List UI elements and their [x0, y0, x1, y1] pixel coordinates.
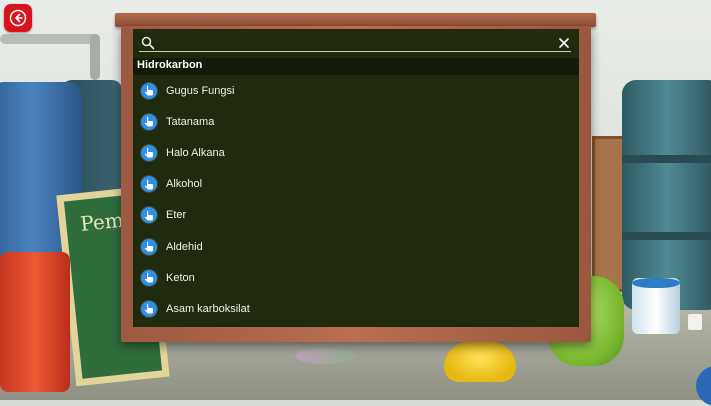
- pointer-hand-icon: [141, 300, 157, 317]
- pipe-decoration: [90, 34, 100, 80]
- pointer-hand-icon: [141, 238, 157, 255]
- search-icon: [141, 36, 155, 50]
- glassware-decoration: [295, 348, 355, 364]
- pointer-hand-icon: [141, 176, 157, 193]
- barrel-decoration: [622, 80, 711, 310]
- list-item-label: Eter: [166, 209, 187, 222]
- pointer-hand-icon: [141, 144, 157, 161]
- search-underline: [139, 51, 571, 52]
- jerrycan-decoration: [0, 252, 70, 392]
- list-item-alkohol[interactable]: Alkohol: [133, 169, 579, 200]
- close-icon[interactable]: [557, 36, 571, 50]
- list-item-asam-karboksilat[interactable]: Asam karboksilat: [133, 293, 579, 324]
- list-item-aldehid[interactable]: Aldehid: [133, 231, 579, 262]
- section-title: Hidrokarbon: [137, 59, 203, 71]
- list-item-label: Alkohol: [166, 178, 203, 191]
- barrel-ring: [622, 155, 711, 163]
- funnel-decoration: [444, 342, 516, 382]
- back-button[interactable]: [4, 4, 32, 32]
- paint-can-decoration: [632, 278, 680, 334]
- search-bar: [133, 29, 579, 57]
- pointer-hand-icon: [141, 269, 157, 286]
- list-item-label: Keton: [166, 271, 195, 284]
- list-item-gugus-fungsi[interactable]: Gugus Fungsi: [133, 75, 579, 106]
- list-item-eter[interactable]: Eter: [133, 200, 579, 231]
- topic-list: Gugus Fungsi Tatanama Halo Alkana Alkoho…: [133, 75, 579, 325]
- list-item-label: Asam karboksilat: [166, 302, 250, 315]
- list-item-keton[interactable]: Keton: [133, 262, 579, 293]
- list-item-label: Halo Alkana: [166, 146, 225, 159]
- list-item-label: Gugus Fungsi: [166, 84, 235, 97]
- pointer-hand-icon: [141, 207, 157, 224]
- section-header: Hidrokarbon: [133, 58, 579, 75]
- board-frame-top: [115, 13, 596, 27]
- list-item-label: Aldehid: [166, 240, 203, 253]
- pointer-hand-icon: [141, 82, 157, 99]
- topic-menu-board: Hidrokarbon Gugus Fungsi Tatanama Halo A…: [133, 29, 579, 327]
- list-item-halo-alkana[interactable]: Halo Alkana: [133, 137, 579, 168]
- pointer-hand-icon: [141, 113, 157, 130]
- search-input[interactable]: [159, 33, 547, 53]
- back-arrow-icon: [9, 9, 27, 27]
- list-item-label: Tatanama: [166, 115, 215, 128]
- list-item-tatanama[interactable]: Tatanama: [133, 106, 579, 137]
- cup-decoration: [688, 314, 702, 330]
- pipe-decoration: [0, 34, 100, 44]
- barrel-ring: [622, 232, 711, 240]
